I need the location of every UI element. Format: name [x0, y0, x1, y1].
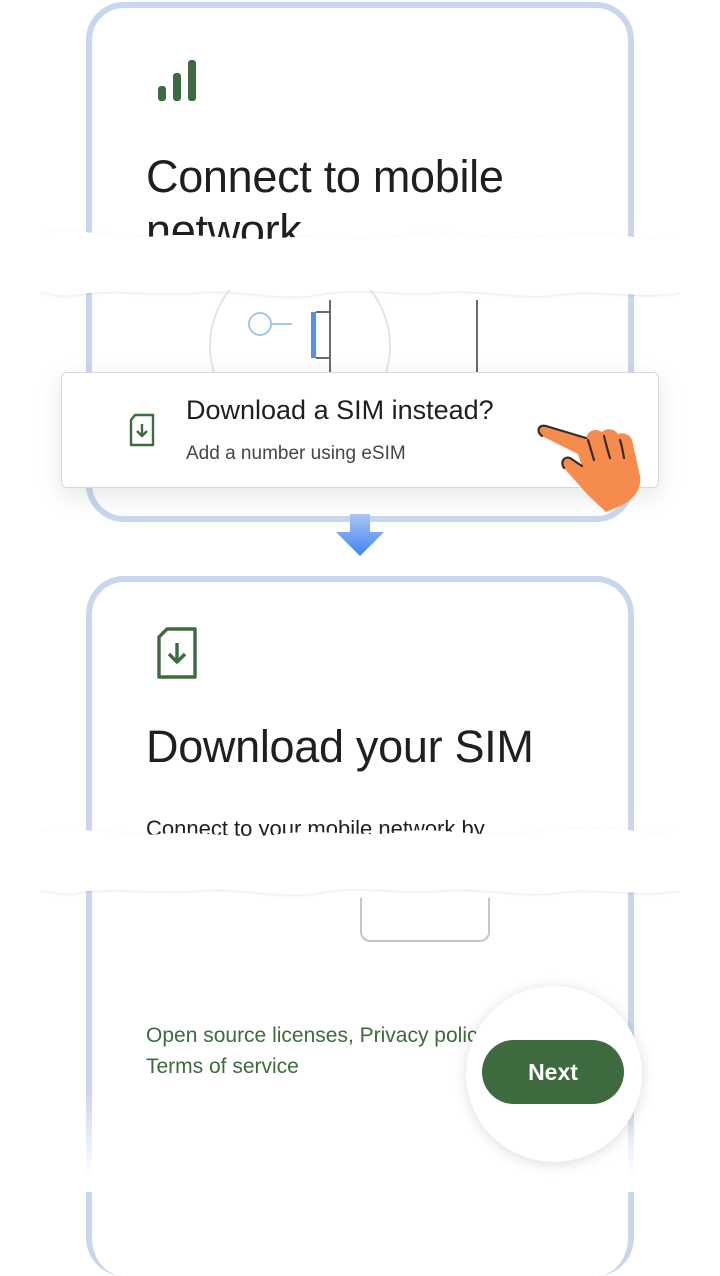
esim-download-icon — [129, 413, 155, 447]
page-title-bottom: Download your SIM — [146, 721, 534, 772]
pointing-hand-icon — [537, 424, 641, 512]
privacy-policy-link[interactable]: Privacy policy — [360, 1024, 488, 1047]
signal-bars-icon — [158, 60, 196, 101]
torn-edge-divider — [40, 828, 680, 895]
footer-links: Open source licenses, Privacy policy Ter… — [146, 1020, 488, 1082]
footer-separator: , — [347, 1024, 360, 1047]
device-illustration — [360, 898, 490, 942]
next-button[interactable]: Next — [482, 1040, 624, 1104]
terms-of-service-link[interactable]: Terms of service — [146, 1055, 299, 1078]
download-sim-title: Download a SIM instead? — [186, 395, 494, 425]
open-source-licenses-link[interactable]: Open source licenses — [146, 1024, 348, 1047]
download-sim-subtitle: Add a number using eSIM — [186, 443, 406, 464]
arrow-down-icon — [336, 514, 384, 556]
esim-download-icon — [157, 627, 197, 679]
